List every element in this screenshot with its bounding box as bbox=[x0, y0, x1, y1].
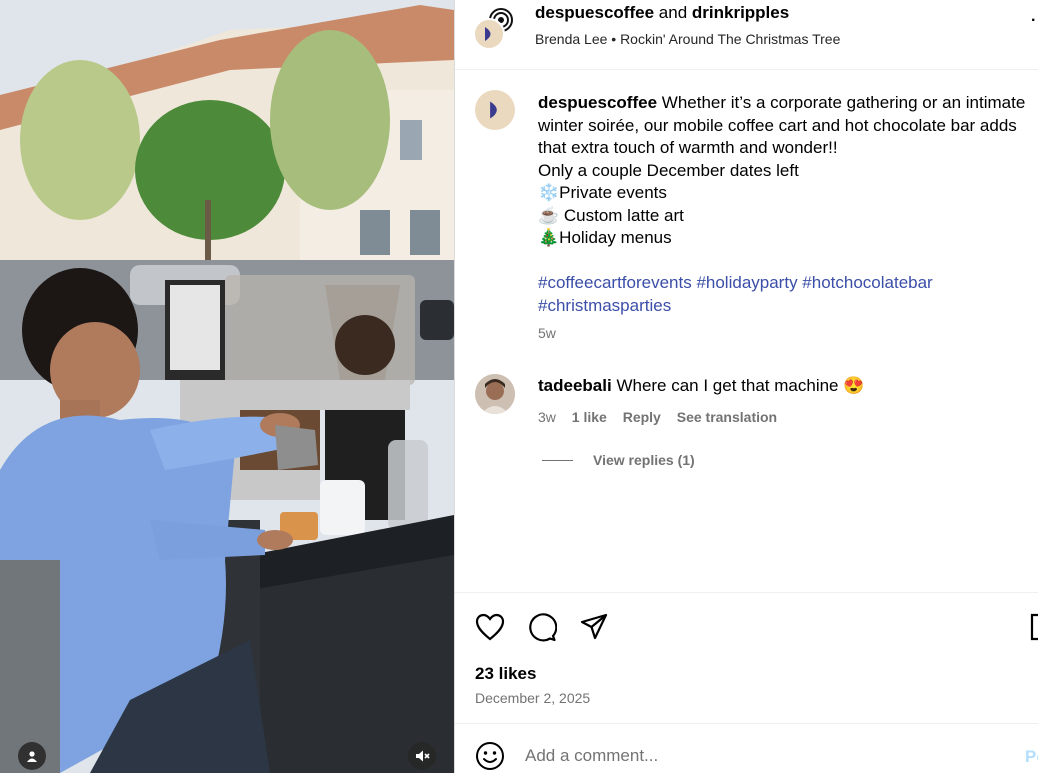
mute-button[interactable] bbox=[408, 742, 436, 770]
heart-icon bbox=[475, 613, 505, 641]
comment-icon bbox=[529, 613, 557, 642]
commenter-avatar[interactable] bbox=[475, 374, 515, 414]
caption-text: despuescoffee Whether it’s a corporate g… bbox=[538, 92, 1038, 317]
username-despuescoffee[interactable]: despuescoffee bbox=[535, 3, 654, 22]
emoji-icon[interactable] bbox=[475, 741, 505, 771]
share-button[interactable] bbox=[577, 610, 611, 644]
view-replies-label: View replies (1) bbox=[593, 452, 695, 468]
hashtags-line-2[interactable]: #christmasparties bbox=[538, 295, 1038, 318]
post-photo bbox=[0, 0, 454, 773]
see-translation-button[interactable]: See translation bbox=[677, 409, 777, 425]
avatar-photo bbox=[475, 374, 515, 414]
caption-line-2: winter soirée, our mobile coffee cart an… bbox=[538, 115, 1017, 135]
audio-track-link[interactable]: Brenda Lee • Rockin' Around The Christma… bbox=[535, 31, 840, 47]
hashtags-line-1[interactable]: #coffeecartforevents #holidayparty #hotc… bbox=[538, 272, 1038, 295]
comment-timestamp[interactable]: 3w bbox=[538, 409, 556, 425]
despues-logo-icon bbox=[490, 101, 497, 119]
caption-hashtags: #coffeecartforevents #holidayparty #hotc… bbox=[538, 272, 1038, 317]
caption-line-4: Only a couple December dates left bbox=[538, 160, 799, 180]
username-drinkripples[interactable]: drinkripples bbox=[692, 3, 789, 22]
post-date[interactable]: December 2, 2025 bbox=[475, 690, 590, 706]
comment-button[interactable] bbox=[525, 610, 559, 644]
caption-line-5: ❄️Private events bbox=[538, 183, 667, 202]
caption-line-1: Whether it’s a corporate gathering or an… bbox=[661, 93, 1026, 112]
joiner-text: and bbox=[658, 3, 688, 22]
despues-logo-icon bbox=[485, 27, 491, 41]
person-icon bbox=[27, 751, 37, 762]
add-comment-bar: Post bbox=[455, 723, 1038, 773]
like-count[interactable]: 23 likes bbox=[475, 664, 536, 684]
comment-body: tadeebali Where can I get that machine 😍 bbox=[538, 376, 864, 396]
bookmark-icon[interactable] bbox=[1029, 612, 1038, 642]
caption-timestamp[interactable]: 5w bbox=[538, 325, 556, 341]
reply-button[interactable]: Reply bbox=[623, 409, 661, 425]
tagged-user-button[interactable] bbox=[18, 742, 46, 770]
collab-avatars[interactable] bbox=[473, 6, 519, 50]
caption-username[interactable]: despuescoffee bbox=[538, 93, 657, 112]
post-header: despuescoffee and drinkripples Brenda Le… bbox=[455, 0, 1038, 70]
post-comment-button[interactable]: Post bbox=[1025, 747, 1038, 767]
post-details-pane: despuescoffee and drinkripples Brenda Le… bbox=[454, 0, 1038, 773]
replies-divider bbox=[542, 459, 573, 461]
comment-likes[interactable]: 1 like bbox=[572, 409, 607, 425]
comment-username[interactable]: tadeebali bbox=[538, 376, 612, 395]
speaker-muted-icon bbox=[416, 750, 430, 762]
post-media[interactable] bbox=[0, 0, 454, 773]
comment-input[interactable] bbox=[525, 746, 1005, 766]
view-replies-button[interactable]: View replies (1) bbox=[542, 452, 695, 468]
share-icon bbox=[580, 613, 608, 640]
comment-text: Where can I get that machine 😍 bbox=[616, 376, 865, 395]
caption-line-7: 🎄Holiday menus bbox=[538, 228, 672, 247]
more-dots-icon[interactable]: · bbox=[1031, 12, 1036, 30]
actions-divider bbox=[455, 592, 1038, 593]
comment-meta: 3w 1 like Reply See translation bbox=[538, 409, 789, 425]
caption-line-6: ☕ Custom latte art bbox=[538, 205, 684, 225]
caption-avatar[interactable] bbox=[475, 90, 515, 130]
avatar-despuescoffee[interactable] bbox=[473, 18, 505, 50]
action-bar bbox=[473, 610, 611, 644]
collab-usernames: despuescoffee and drinkripples bbox=[535, 3, 789, 23]
caption-line-3: that extra touch of warmth and wonder!! bbox=[538, 138, 838, 157]
like-button[interactable] bbox=[473, 610, 507, 644]
